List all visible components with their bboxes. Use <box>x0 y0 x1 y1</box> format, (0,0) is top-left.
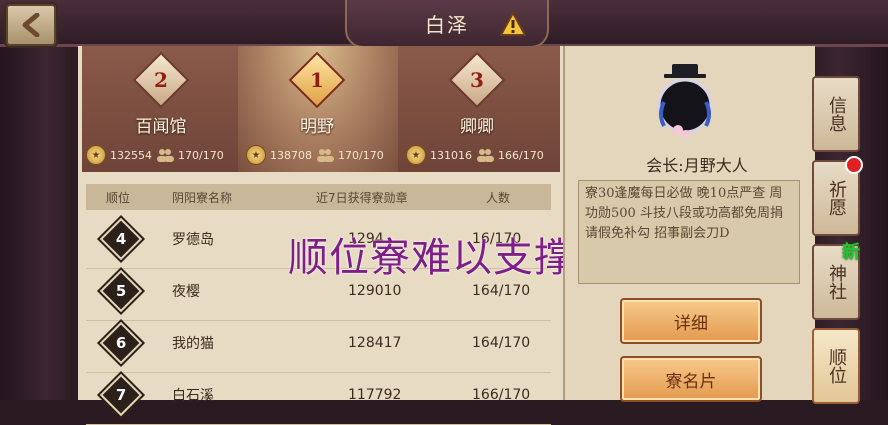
podium-name: 卿卿 <box>460 117 494 137</box>
tab-label: 信息 <box>826 96 847 132</box>
podium-stats: ★ 131016 166/170 <box>406 140 544 170</box>
guild-notice: 寮30逢魔每日必做 晚10点严查 周功勋500 斗技八段或功高都免周捐 请假免补… <box>578 180 800 284</box>
table-header: 顺位 阴阳寮名称 近7日获得寮勋章 人数 <box>86 184 551 210</box>
people-icon <box>157 149 174 162</box>
table-row[interactable]: 7 白石溪 117792 166/170 <box>86 366 551 425</box>
guild-card-button[interactable]: 寮名片 <box>620 356 762 402</box>
medal-icon: ★ <box>406 145 426 165</box>
tab-info[interactable]: 信息 <box>812 76 860 152</box>
tab-label: 神社 <box>826 264 847 300</box>
rank-badge: 2 <box>132 51 190 109</box>
podium-members: 166/170 <box>498 148 544 162</box>
exclamation-icon[interactable] <box>500 12 526 36</box>
column-header-rank: 顺位 <box>106 190 131 205</box>
row-name: 罗德岛 <box>172 232 214 248</box>
leader-name: 会长:月野大人 <box>646 156 748 175</box>
podium-card-2[interactable]: 2 百闻馆 <box>86 51 236 142</box>
podium-stats: ★ 132554 170/170 <box>86 140 224 170</box>
column-header-name: 阴阳寮名称 <box>172 190 233 205</box>
medal-icon: ★ <box>86 145 106 165</box>
table-row[interactable]: 6 我的猫 128417 164/170 <box>86 314 551 373</box>
medal-icon: ★ <box>246 145 266 165</box>
row-members: 164/170 <box>472 335 531 351</box>
back-button[interactable] <box>6 4 56 46</box>
leader-avatar[interactable] <box>650 62 720 142</box>
overlay-caption: 顺位寮难以支撑 <box>288 235 575 281</box>
row-score: 129010 <box>348 283 402 299</box>
podium-card-3[interactable]: 3 卿卿 <box>402 51 552 142</box>
podium-members: 170/170 <box>178 148 224 162</box>
tab-label: 祈愿 <box>826 180 847 216</box>
left-pillar <box>0 40 80 400</box>
rank-badge: 4 <box>99 217 143 261</box>
row-name: 我的猫 <box>172 336 214 352</box>
row-score: 128417 <box>348 335 402 351</box>
row-name: 夜樱 <box>172 284 200 300</box>
notification-dot <box>845 156 863 174</box>
column-header-score: 近7日获得寮勋章 <box>316 190 408 205</box>
column-header-members: 人数 <box>486 190 511 205</box>
rank-badge: 3 <box>448 51 506 109</box>
rank-badge: 5 <box>99 269 143 313</box>
podium-score: 132554 <box>110 148 152 162</box>
podium-name: 百闻馆 <box>135 117 187 137</box>
back-arrow-icon <box>22 13 40 37</box>
detail-button[interactable]: 详细 <box>620 298 762 344</box>
row-name: 白石溪 <box>172 388 214 404</box>
row-members: 166/170 <box>472 387 531 403</box>
podium-score: 138708 <box>270 148 312 162</box>
podium-card-1[interactable]: 1 明野 <box>242 51 392 142</box>
new-badge: 新 <box>842 242 860 263</box>
podium-score: 131016 <box>430 148 472 162</box>
page-title: 白泽 <box>425 12 469 37</box>
podium-stats: ★ 138708 170/170 <box>246 140 384 170</box>
row-members: 164/170 <box>472 283 531 299</box>
people-icon <box>477 149 494 162</box>
row-score: 117792 <box>348 387 402 403</box>
tab-ranking[interactable]: 顺位 <box>812 328 860 404</box>
podium-name: 明野 <box>300 117 334 137</box>
tab-label: 顺位 <box>826 348 847 384</box>
podium-members: 170/170 <box>338 148 384 162</box>
rank-badge: 1 <box>288 51 346 109</box>
rank-badge: 6 <box>99 321 143 365</box>
rank-badge: 7 <box>99 373 143 417</box>
people-icon <box>317 149 334 162</box>
